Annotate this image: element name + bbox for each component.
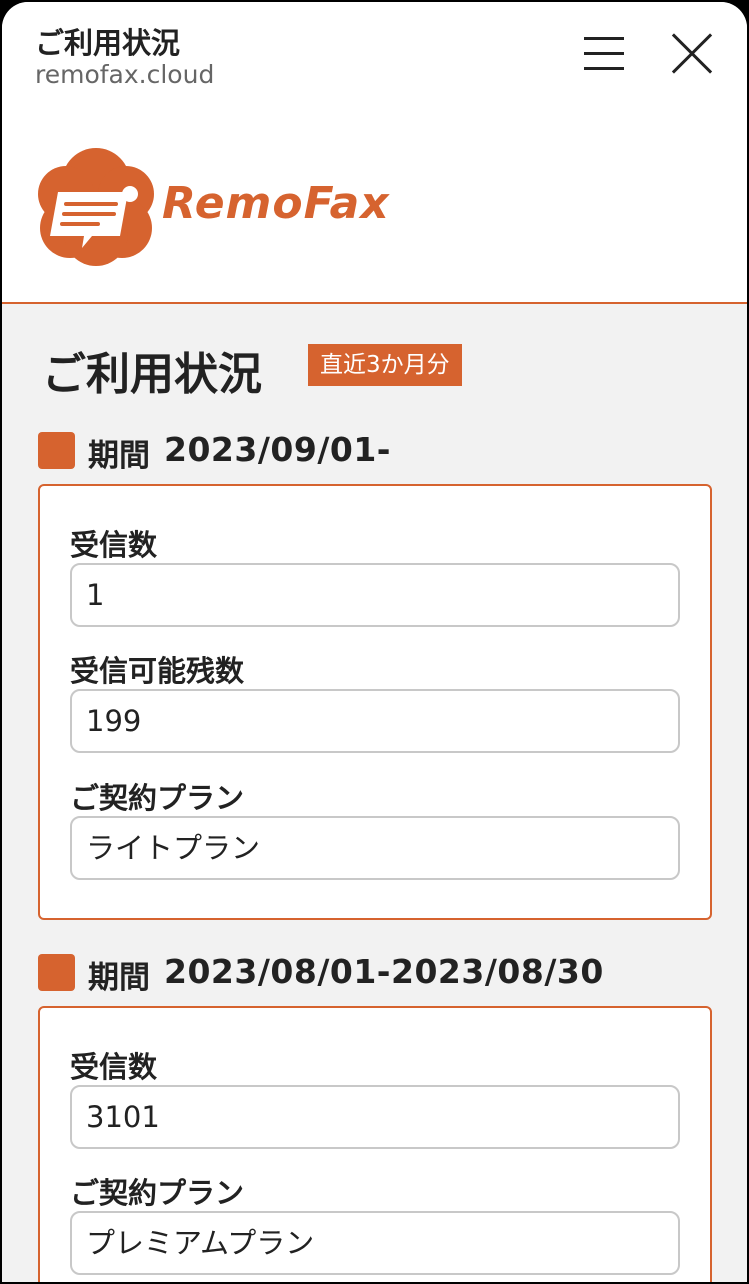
- orange-square-icon: [38, 954, 75, 991]
- header-title: ご利用状況: [35, 26, 181, 60]
- period-header: 期間 2023/09/01-: [38, 430, 718, 474]
- header-url: remofax.cloud: [35, 60, 215, 89]
- recent-months-badge: 直近3か月分: [308, 344, 462, 386]
- received-count-label: 受信数: [70, 1050, 158, 1084]
- logo-banner: RemoFax: [2, 102, 747, 304]
- contract-plan-label: ご契約プラン: [70, 1176, 245, 1210]
- period-usage-card: 受信数 3101 ご契約プラン プレミアムプラン: [38, 1006, 712, 1282]
- received-count-label: 受信数: [70, 528, 158, 562]
- contract-plan-field: ライトプラン: [70, 816, 680, 880]
- contract-plan-field: プレミアムプラン: [70, 1211, 680, 1275]
- page-title: ご利用状況: [42, 349, 262, 400]
- received-count-field: 3101: [70, 1085, 680, 1149]
- period-range: 2023/09/01-: [164, 430, 391, 469]
- remaining-receivable-field: 199: [70, 689, 680, 753]
- close-icon[interactable]: [670, 32, 714, 76]
- contract-plan-label: ご契約プラン: [70, 781, 245, 815]
- browser-header: ご利用状況 remofax.cloud: [2, 2, 747, 102]
- app-window: ご利用状況 remofax.cloud RemoFax ご利用状況 直近3か月分…: [2, 2, 747, 1282]
- hamburger-menu-icon[interactable]: [584, 35, 626, 71]
- brand-logo-text: RemoFax: [162, 178, 390, 229]
- period-label: 期間: [88, 960, 150, 996]
- remofax-logo-icon: [38, 148, 154, 266]
- remaining-receivable-label: 受信可能残数: [70, 654, 245, 688]
- received-count-field: 1: [70, 563, 680, 627]
- orange-square-icon: [38, 432, 75, 469]
- period-header: 期間 2023/08/01-2023/08/30: [38, 952, 718, 996]
- period-range: 2023/08/01-2023/08/30: [164, 952, 604, 991]
- period-label: 期間: [88, 438, 150, 474]
- period-usage-card: 受信数 1 受信可能残数 199 ご契約プラン ライトプラン: [38, 484, 712, 920]
